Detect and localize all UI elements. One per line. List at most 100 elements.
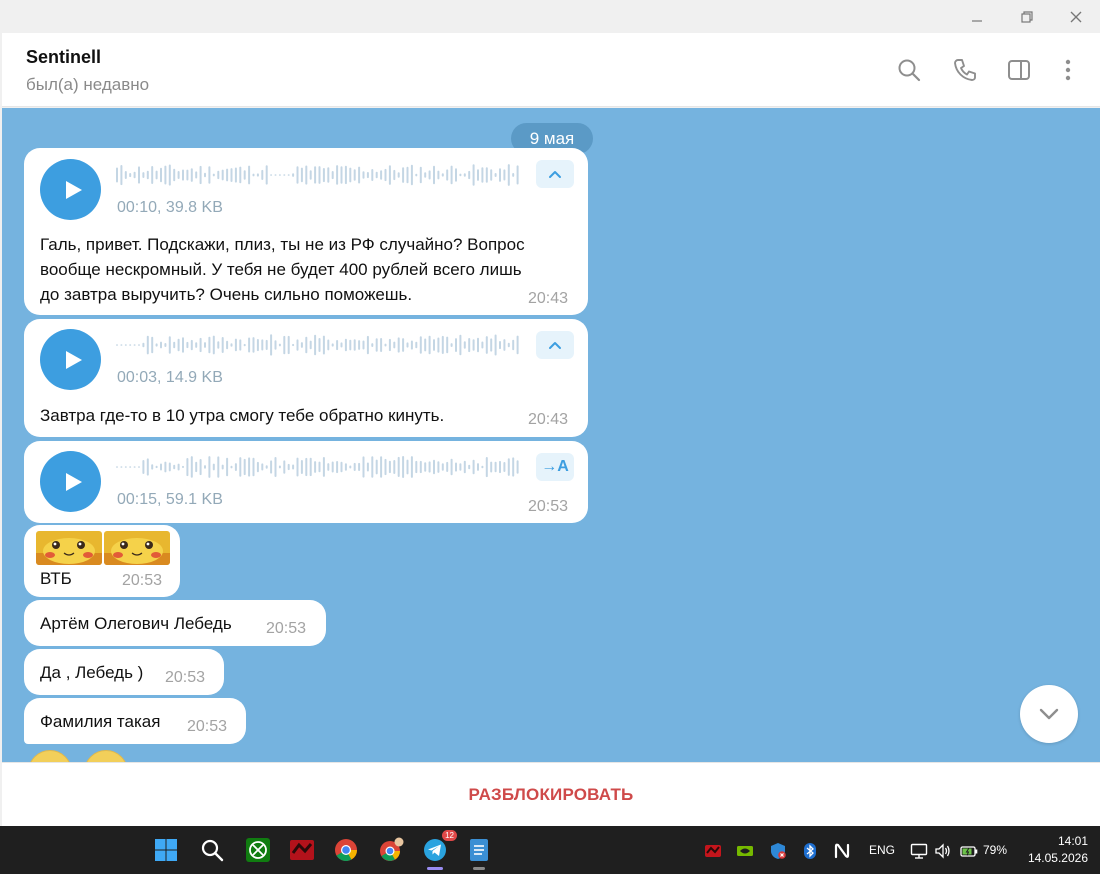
voice-waveform[interactable]	[116, 162, 521, 188]
start-button[interactable]	[150, 834, 182, 866]
waveform-bar	[375, 338, 378, 352]
collapse-transcription-button[interactable]	[536, 331, 574, 359]
waveform-bar	[358, 166, 361, 184]
voice-duration-size: 00:15, 59.1 KB	[117, 491, 223, 508]
tray-battery[interactable]	[958, 840, 980, 862]
waveform-bar	[499, 168, 501, 182]
waveform-bar	[428, 461, 431, 473]
minimize-button[interactable]	[954, 0, 1000, 33]
pikachu-sticker[interactable]	[104, 531, 170, 565]
waveform-bar	[292, 343, 295, 347]
waveform-bar	[274, 457, 277, 477]
waveform-bar	[256, 339, 259, 352]
collapse-transcription-button[interactable]	[536, 160, 574, 188]
voice-waveform[interactable]	[116, 454, 521, 480]
taskbar-search-button[interactable]	[196, 834, 228, 866]
tray-nvidia[interactable]	[734, 840, 756, 862]
tray-app-n[interactable]	[831, 840, 853, 862]
more-options-button[interactable]	[1053, 55, 1083, 85]
input-language[interactable]: ENG	[869, 843, 895, 857]
sidebar-toggle-button[interactable]	[1004, 55, 1034, 85]
taskbar-chrome-app[interactable]	[330, 834, 362, 866]
waveform-bar	[472, 459, 475, 475]
waveform-bar	[234, 167, 237, 183]
waveform-bar	[190, 456, 193, 478]
waveform-bar	[455, 168, 457, 182]
waveform-bar	[265, 339, 268, 350]
voice-message[interactable]: 00:10, 39.8 KB Галь, привет. Подскажи, п…	[24, 148, 588, 315]
waveform-bar	[380, 338, 383, 352]
waveform-bar	[349, 339, 352, 351]
text-message[interactable]: Да , Лебедь ) 20:53	[24, 649, 224, 695]
taskbar-xbox-app[interactable]	[242, 834, 274, 866]
tray-game-app[interactable]	[702, 840, 724, 862]
waveform-bar	[322, 335, 325, 355]
waveform-bar	[221, 464, 224, 470]
waveform-bar	[516, 335, 519, 355]
waveform-bar	[433, 339, 435, 351]
waveform-bar	[217, 170, 220, 180]
waveform-bar	[344, 165, 347, 185]
waveform-bar	[507, 164, 510, 186]
waveform-bar	[393, 169, 396, 181]
waveform-bar	[419, 460, 422, 474]
chrome-profile-icon	[380, 837, 404, 861]
pikachu-sticker[interactable]	[36, 531, 102, 565]
waveform-bar	[419, 336, 422, 354]
taskbar-clock[interactable]: 14:01 14.05.2026	[1020, 833, 1088, 867]
play-button[interactable]	[40, 329, 101, 390]
restore-button[interactable]	[1004, 0, 1050, 33]
text-message[interactable]: Фамилия такая 20:53	[24, 698, 246, 744]
message-time: 20:43	[528, 411, 569, 428]
voice-message[interactable]: 00:15, 59.1 KB →A 20:53	[24, 441, 588, 523]
waveform-bar	[168, 336, 171, 354]
voice-message[interactable]: 00:03, 14.9 KB Завтра где-то в 10 утра с…	[24, 319, 588, 437]
tray-network[interactable]	[908, 840, 930, 862]
waveform-bar	[270, 334, 273, 356]
play-button[interactable]	[40, 451, 101, 512]
search-button[interactable]	[894, 55, 924, 85]
tray-bluetooth[interactable]	[799, 840, 821, 862]
waveform-bar	[393, 341, 396, 349]
waveform-bar	[463, 173, 466, 177]
waveform-bar	[160, 463, 162, 471]
chevron-up-icon	[549, 342, 561, 349]
taskbar-chrome-profile-app[interactable]	[375, 834, 407, 866]
call-button[interactable]	[950, 55, 980, 85]
xbox-icon	[246, 838, 270, 862]
text-message[interactable]: ВТБ 20:53	[24, 525, 180, 597]
scroll-to-bottom-button[interactable]	[1020, 685, 1078, 743]
waveform-bar	[151, 464, 154, 470]
waveform-bar	[384, 458, 387, 476]
waveform-bar	[397, 456, 400, 477]
taskbar-telegram-app[interactable]: 12	[419, 830, 457, 870]
voice-waveform[interactable]	[116, 332, 521, 358]
waveform-bar	[503, 462, 506, 472]
chrome-icon	[335, 839, 357, 861]
close-button[interactable]	[1053, 0, 1099, 33]
waveform-bar	[212, 463, 215, 471]
emoji-message[interactable]	[84, 750, 128, 762]
waveform-bar	[124, 466, 127, 468]
chat-title[interactable]: Sentinell	[26, 47, 101, 68]
taskbar-game-app[interactable]	[286, 834, 318, 866]
waveform-bar	[336, 340, 339, 351]
tray-volume[interactable]	[932, 840, 954, 862]
waveform-bar	[402, 456, 405, 478]
waveform-bar	[199, 459, 202, 476]
tray-security[interactable]	[767, 840, 789, 862]
text-message[interactable]: Артём Олегович Лебедь 20:53	[24, 600, 326, 646]
message-time: 20:53	[187, 718, 228, 735]
waveform-bar	[494, 334, 497, 356]
waveform-bar	[230, 343, 233, 347]
waveform-bar	[331, 343, 334, 347]
transcribe-button[interactable]: →A	[536, 453, 574, 481]
play-button[interactable]	[40, 159, 101, 220]
waveform-bar	[256, 173, 259, 177]
unblock-button[interactable]: РАЗБЛОКИРОВАТЬ	[469, 785, 634, 805]
waveform-bar	[388, 460, 391, 474]
waveform-bar	[243, 343, 246, 347]
taskbar-notepad-app[interactable]	[463, 834, 495, 870]
chat-messages-area[interactable]: 9 мая 00:10, 39.8 KB Галь, привет. Подск…	[2, 108, 1100, 762]
emoji-message[interactable]	[28, 750, 72, 762]
